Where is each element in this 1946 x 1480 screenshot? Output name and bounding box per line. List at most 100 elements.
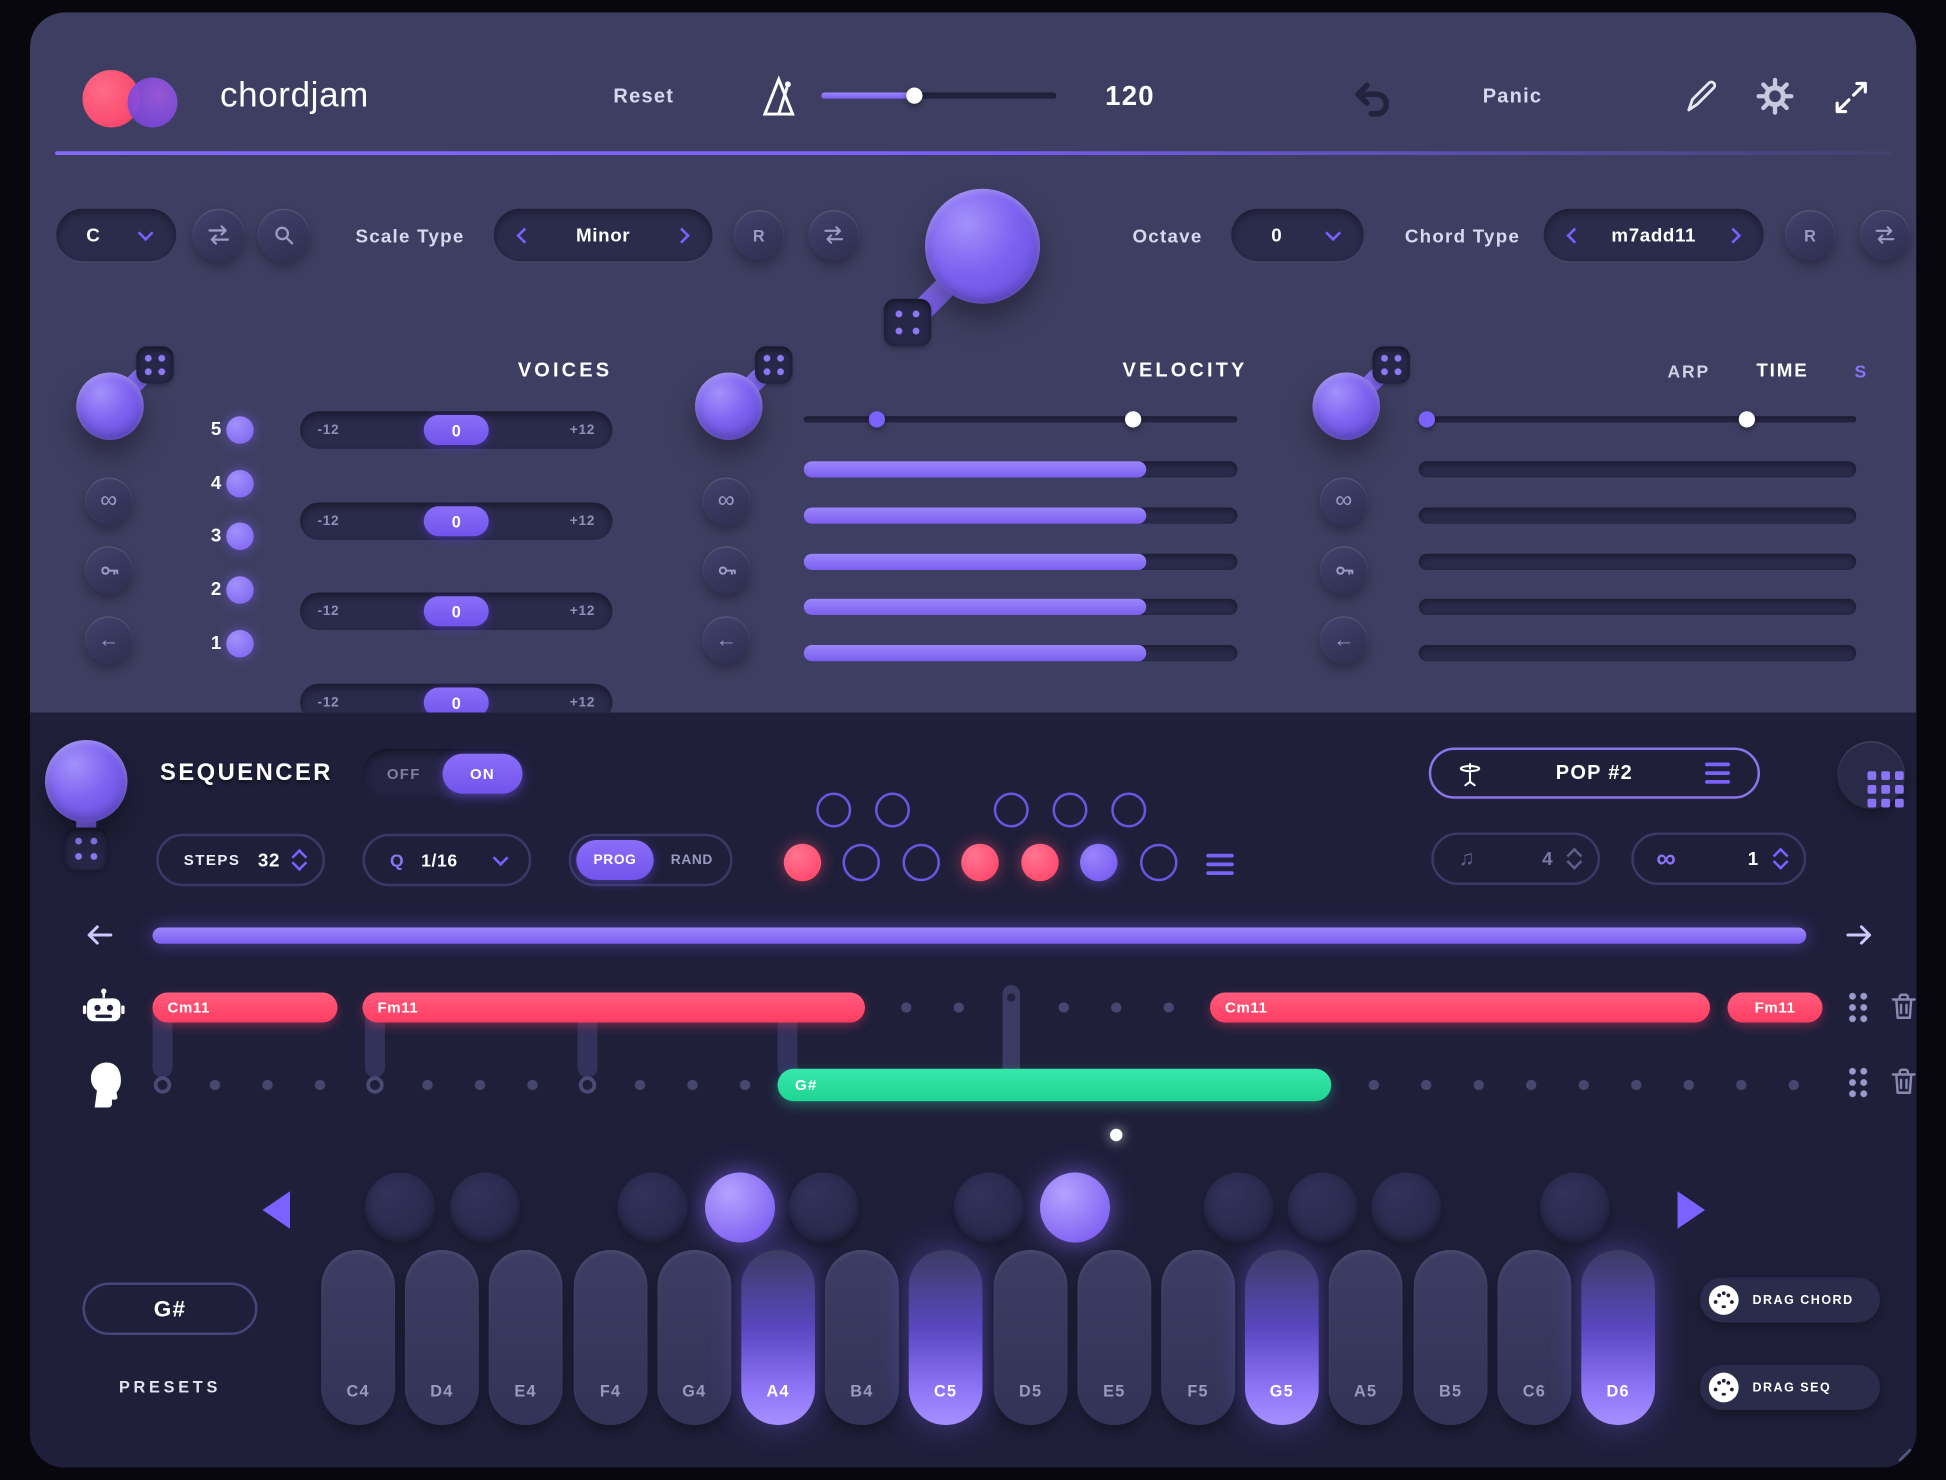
octave-right-arrow[interactable] xyxy=(1678,1191,1706,1229)
seq-step[interactable] xyxy=(1140,844,1178,882)
toggle-off-label[interactable]: OFF xyxy=(363,749,446,799)
velocity-dice-icon[interactable] xyxy=(755,346,793,384)
bpm-value[interactable]: 120 xyxy=(1080,80,1180,113)
black-key[interactable] xyxy=(618,1173,688,1243)
velocity-bar[interactable] xyxy=(804,599,1238,615)
presets-label[interactable]: PRESETS xyxy=(83,1378,258,1397)
seq-preset-select[interactable]: POP #2 xyxy=(1429,748,1760,799)
black-key[interactable] xyxy=(1040,1173,1110,1243)
preset-menu-icon[interactable] xyxy=(1705,763,1730,767)
arp-range-handle-a[interactable] xyxy=(1419,411,1435,427)
white-key[interactable]: C6 xyxy=(1498,1250,1572,1425)
stepper-icon[interactable] xyxy=(1565,848,1583,871)
prog-option[interactable]: PROG xyxy=(576,840,654,880)
quantize-control[interactable]: Q 1/16 xyxy=(363,834,532,887)
arp-bar[interactable] xyxy=(1419,645,1857,661)
chord-clip[interactable]: Fm11 xyxy=(1728,993,1823,1023)
chord-swap-button[interactable] xyxy=(1860,210,1910,260)
scale-type-select[interactable]: Minor xyxy=(494,209,713,262)
key-search-button[interactable] xyxy=(258,209,311,262)
arp-knob[interactable] xyxy=(1313,373,1381,441)
chord-random-button[interactable]: R xyxy=(1785,210,1835,260)
velocity-latch-button[interactable]: ∞ xyxy=(703,478,751,526)
black-key[interactable] xyxy=(1204,1173,1274,1243)
seq-step[interactable] xyxy=(994,793,1029,828)
chord-track-trash-icon[interactable] xyxy=(1888,990,1917,1023)
reset-button[interactable]: Reset xyxy=(594,86,694,109)
white-key[interactable]: B4 xyxy=(825,1250,899,1425)
note-clip[interactable]: G# xyxy=(778,1069,1332,1102)
white-key[interactable]: B5 xyxy=(1414,1250,1488,1425)
voice-transpose-slider[interactable]: -12 0 +12 xyxy=(300,503,613,541)
key-select[interactable]: C xyxy=(56,209,176,262)
chord-track-drag-handle[interactable] xyxy=(1845,990,1870,1025)
ratchet-control[interactable]: ♫ 4 xyxy=(1431,833,1600,886)
drag-chord-button[interactable]: DRAG CHORD xyxy=(1700,1278,1880,1323)
bpm-slider-handle[interactable] xyxy=(906,88,922,104)
key-swap-button[interactable] xyxy=(193,209,246,262)
white-key[interactable]: F5 xyxy=(1161,1250,1235,1425)
undo-icon[interactable] xyxy=(1350,78,1393,121)
stepper-icon[interactable] xyxy=(1771,848,1789,871)
chord-main-knob[interactable] xyxy=(925,189,1040,304)
sequencer-knob[interactable] xyxy=(45,740,128,823)
voices-latch-button[interactable]: ∞ xyxy=(85,478,133,526)
voice-toggle[interactable] xyxy=(226,523,254,551)
voice-transpose-slider[interactable]: -12 0 +12 xyxy=(300,411,613,449)
arp-bar[interactable] xyxy=(1419,599,1857,615)
current-note-button[interactable]: G# xyxy=(83,1283,258,1336)
arp-latch-button[interactable]: ∞ xyxy=(1320,478,1368,526)
white-key[interactable]: E5 xyxy=(1078,1250,1152,1425)
sequencer-dice-icon[interactable] xyxy=(65,828,108,871)
seq-step[interactable] xyxy=(1021,844,1059,882)
sequencer-onoff-toggle[interactable]: OFF ON xyxy=(363,749,528,799)
chord-type-select[interactable]: m7add11 xyxy=(1544,209,1764,262)
arp-range-handle-b[interactable] xyxy=(1738,411,1754,427)
black-key[interactable] xyxy=(1371,1173,1441,1243)
white-key[interactable]: F4 xyxy=(574,1250,648,1425)
black-key[interactable] xyxy=(954,1173,1024,1243)
arp-bar[interactable] xyxy=(1419,554,1857,570)
seq-step[interactable] xyxy=(784,844,822,882)
timeline-bar[interactable] xyxy=(153,928,1807,944)
drag-seq-button[interactable]: DRAG SEQ xyxy=(1700,1365,1880,1410)
velocity-bar[interactable] xyxy=(804,508,1238,524)
person-head-icon[interactable] xyxy=(83,1060,128,1110)
voice-transpose-slider[interactable]: -12 0 +12 xyxy=(300,593,613,631)
seq-step[interactable] xyxy=(1053,793,1088,828)
timeline-left-arrow[interactable] xyxy=(84,919,117,952)
note-anchor[interactable] xyxy=(579,1076,597,1094)
voices-reset-button[interactable]: ← xyxy=(85,616,133,664)
velocity-bar[interactable] xyxy=(804,461,1238,477)
tab-s[interactable]: S xyxy=(1843,361,1881,381)
voices-lock-button[interactable] xyxy=(85,546,133,594)
arp-reset-button[interactable]: ← xyxy=(1320,616,1368,664)
voice-toggle[interactable] xyxy=(226,416,254,444)
white-key[interactable]: C5 xyxy=(909,1250,983,1425)
chord-random-dice-icon[interactable] xyxy=(884,299,932,347)
resize-grip[interactable] xyxy=(1893,1443,1913,1463)
seq-step[interactable] xyxy=(961,844,999,882)
seq-step[interactable] xyxy=(1080,844,1118,882)
transpose-value[interactable]: 0 xyxy=(424,596,489,626)
voices-knob[interactable] xyxy=(76,373,144,441)
white-key[interactable]: D4 xyxy=(405,1250,479,1425)
loop-control[interactable]: ∞ 1 xyxy=(1631,833,1806,886)
white-key[interactable]: D5 xyxy=(994,1250,1068,1425)
stepper-icon[interactable] xyxy=(290,849,308,872)
white-key[interactable]: C4 xyxy=(321,1250,395,1425)
scale-swap-button[interactable] xyxy=(809,210,859,260)
edit-pencil-icon[interactable] xyxy=(1683,79,1721,117)
arp-dice-icon[interactable] xyxy=(1373,346,1411,384)
voice-toggle[interactable] xyxy=(226,630,254,658)
rand-option[interactable]: RAND xyxy=(654,853,730,868)
note-track-trash-icon[interactable] xyxy=(1888,1065,1917,1098)
chevron-right-icon[interactable] xyxy=(674,227,690,243)
seq-step[interactable] xyxy=(903,844,941,882)
prog-rand-toggle[interactable]: PROG RAND xyxy=(569,834,733,887)
white-key[interactable]: A5 xyxy=(1329,1250,1403,1425)
black-key[interactable] xyxy=(1540,1173,1610,1243)
chevron-right-icon[interactable] xyxy=(1725,227,1741,243)
toggle-on-pill[interactable]: ON xyxy=(443,754,523,794)
resize-arrows-icon[interactable] xyxy=(1833,79,1871,117)
